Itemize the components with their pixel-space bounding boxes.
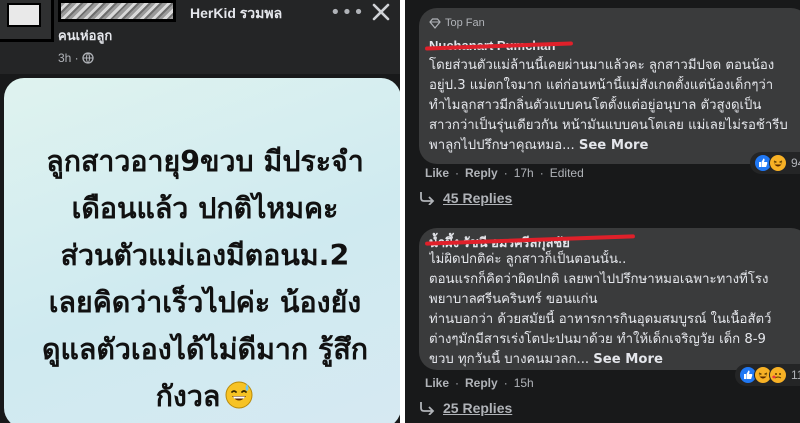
separator: · [455,376,460,390]
comment-time[interactable]: 15h [514,376,534,390]
grinning-sweat-emoji-icon [225,381,253,409]
comments-panel: Top Fan Nuchanart Pumchan โดยส่วนตัวแม่ล… [405,0,800,423]
post-line: ส่วนตัวแม่เองมีตอนม.2 [60,239,350,272]
globe-icon [82,52,94,64]
comment-line: พาลูกไปปรึกษาคุณหมอ... [429,138,575,153]
comment-line: ขวบ ทุกวันนี้ บางคนมวลก... [429,352,590,367]
like-button[interactable]: Like [425,376,449,390]
redacted-poster-name [58,0,176,22]
comment-time[interactable]: 17h [514,166,534,180]
comment-line: ทำไมลูกสาวมีกลิ่นตัวแบบคนโตตั้งแต่อยู่อน… [429,98,762,113]
separator: · [503,376,508,390]
post-author[interactable]: คนเห่อลูก [58,25,112,46]
replies-count[interactable]: 25 Replies [443,400,512,416]
post-image-card: ลูกสาวอายุ9ขวบ มีประจำ เดือนแล้ว ปกติไหม… [4,78,400,423]
care-reaction-icon [769,366,787,384]
reaction-summary[interactable]: 114 [735,364,800,386]
comment-line: พยาบาลศรีนครินทร์ ขอนแก่น [429,292,598,307]
comment-line: อยู่ป.3 แม่ตกใจมาก แต่ก่อนหน้านี้แม่สังเ… [429,78,774,93]
comment-bubble: Top Fan Nuchanart Pumchan โดยส่วนตัวแม่ล… [419,8,800,164]
reaction-count: 949 [791,156,800,170]
post-panel: HerKid รวมพล คนเห่อลูก 3h · ••• ลูกสาวอา… [0,0,400,423]
comment-line: ไม่ผิดปกติค่ะ ลูกสาวก็เป็นตอนนั้น.. [429,252,627,267]
comment-line-last: พาลูกไปปรึกษาคุณหมอ... See More [429,136,800,156]
comment-actions: Like · Reply · 17h · Edited [425,166,584,180]
reply-arrow-icon [420,192,435,205]
top-fan-label: Top Fan [445,17,485,29]
comment-text: โดยส่วนตัวแม่ล้านนี้เคยผ่านมาแล้วคะ ลูกส… [429,56,800,156]
replies-count[interactable]: 45 Replies [443,190,512,206]
reaction-count: 114 [791,368,800,382]
comment-line: โดยส่วนตัวแม่ล้านนี้เคยผ่านมาแล้วคะ ลูกส… [429,58,775,73]
diamond-icon [429,17,441,29]
post-line-last: กังวล [30,373,380,420]
separator: · [455,166,460,180]
comment-actions: Like · Reply · 15h [425,376,534,390]
like-button[interactable]: Like [425,166,449,180]
group-name[interactable]: HerKid รวมพล [190,3,282,25]
close-icon[interactable] [368,2,394,24]
post-line: ดูแลตัวเองได้ไม่ดีมาก รู้สึก [41,333,369,366]
separator: · [539,166,544,180]
comment-line: สาวกว่าเป็นรุ่นเดียวกัน หน้ามันแบบคนโตเล… [429,118,788,133]
reply-arrow-icon [420,402,435,415]
top-fan-badge: Top Fan [429,17,485,29]
post-meta: 3h · [58,51,94,65]
avatar[interactable] [0,0,54,42]
post-line: เดือนแล้ว ปกติไหมคะ [71,192,339,225]
comment-line: ท่านบอกว่า ด้วยสมัยนี้ อาหารการกินอุดมสม… [429,312,772,327]
view-replies-link[interactable]: 45 Replies [419,190,512,206]
comment-line: ต่างๆมักมีสารเร่งโตปะปนมาด้วย ทำให้เด็กเ… [429,332,766,347]
comment-text: ไม่ผิดปกติค่ะ ลูกสาวก็เป็นตอนนั้น.. ตอนแ… [429,250,800,370]
separator: · [503,166,508,180]
haha-reaction-icon [769,154,787,172]
post-time[interactable]: 3h · [58,51,79,65]
reaction-summary[interactable]: 949 [750,152,800,174]
view-replies-link[interactable]: 25 Replies [419,400,512,416]
post-line: กังวล [155,380,221,413]
more-dots-icon[interactable]: ••• [330,2,365,23]
reply-button[interactable]: Reply [465,376,498,390]
post-line: ลูกสาวอายุ9ขวบ มีประจำ [46,145,364,178]
edited-label[interactable]: Edited [550,166,584,180]
comment-bubble: น้ำผึ้ง รัชนี อมรศรีสกุลชัย ไม่ผิดปกติค่… [419,228,800,370]
post-header: HerKid รวมพล คนเห่อลูก 3h · ••• [0,0,400,74]
see-more-link[interactable]: See More [579,138,649,153]
post-image-text: ลูกสาวอายุ9ขวบ มีประจำ เดือนแล้ว ปกติไหม… [30,138,380,420]
reply-button[interactable]: Reply [465,166,498,180]
see-more-link[interactable]: See More [593,352,663,367]
comment-line: ตอนแรกก็คิดว่าผิดปกติ เลยพาไปปรึกษาหมอเฉ… [429,272,769,287]
post-line: เลยคิดว่าเร็วไปค่ะ น้องยัง [48,286,362,319]
